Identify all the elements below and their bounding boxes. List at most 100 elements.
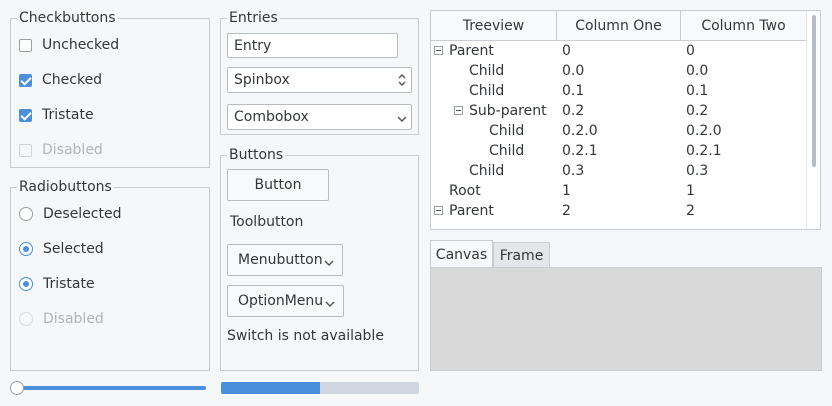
treeview-item-name: Parent (449, 43, 494, 59)
collapse-toggle-icon[interactable] (434, 46, 443, 55)
radiobutton-tristate[interactable]: Tristate (19, 274, 95, 294)
treeview-row[interactable]: Child 0.2.1 0.2.1 (431, 141, 807, 161)
treeview-item-name: Parent (449, 203, 494, 219)
toolbutton[interactable]: Toolbutton (230, 212, 303, 232)
chevron-down-icon (325, 297, 335, 307)
progressbar (221, 382, 419, 394)
spin-arrows-icon[interactable] (397, 70, 407, 90)
treeview-cell-column-two: 0.2.0 (686, 123, 722, 139)
checkbutton-label: Tristate (42, 107, 94, 123)
treeview-row[interactable]: Child 0.0 0.0 (431, 61, 807, 81)
treeview-cell-column-two: 0.2.1 (686, 143, 722, 159)
menubutton-label: Menubutton (238, 252, 323, 268)
checkbutton-label: Unchecked (42, 37, 120, 53)
treeview-heading-column-two[interactable]: Column Two (681, 11, 807, 41)
entry-value: Entry (234, 37, 272, 54)
treeview-item-name: Child (469, 63, 505, 79)
tab-frame[interactable]: Frame (493, 242, 550, 268)
canvas-area[interactable] (430, 267, 822, 371)
scale-handle[interactable] (10, 381, 24, 395)
buttons-title: Buttons (227, 147, 286, 163)
tab-label: Frame (499, 247, 544, 264)
radiobutton-label: Tristate (43, 276, 95, 292)
entries-frame: Entries Entry Spinbox Combobox (220, 10, 419, 135)
entries-title: Entries (227, 10, 280, 26)
treeview-heading-tree[interactable]: Treeview (431, 11, 557, 41)
button[interactable]: Button (227, 169, 329, 201)
radio-on-icon[interactable] (19, 277, 33, 291)
checkbuttons-frame: Checkbuttons Unchecked Checked Tristate … (10, 10, 210, 168)
scrollbar-thumb[interactable] (812, 15, 816, 167)
radio-off-icon[interactable] (19, 207, 33, 221)
chevron-down-icon[interactable] (397, 112, 407, 122)
treeview-row[interactable]: Child 0.3 0.3 (431, 161, 807, 181)
treeview-item-name: Child (489, 123, 525, 139)
checkbutton-checked[interactable]: Checked (19, 70, 102, 90)
scale-trough[interactable] (16, 386, 206, 390)
checkbutton-label: Checked (42, 72, 103, 88)
entry-field[interactable]: Entry (227, 33, 398, 58)
radiobuttons-frame: Radiobuttons Deselected Selected Tristat… (10, 179, 210, 371)
checkbox-checked-icon[interactable] (19, 108, 32, 122)
collapse-toggle-icon[interactable] (454, 106, 463, 115)
checkbuttons-title: Checkbuttons (17, 10, 118, 26)
spinbox-value: Spinbox (234, 72, 290, 88)
treeview-row[interactable]: Child 0.2.0 0.2.0 (431, 121, 807, 141)
collapse-toggle-icon[interactable] (434, 206, 443, 215)
treeview-item-name: Child (469, 163, 505, 179)
scale[interactable] (10, 381, 207, 395)
button-label: Button (254, 177, 302, 193)
treeview-cell-column-two: 2 (686, 203, 695, 219)
chevron-down-icon (324, 256, 334, 266)
treeview-cell-column-one: 0 (562, 43, 571, 59)
treeview-row[interactable]: Root 1 1 (431, 181, 807, 201)
treeview-row[interactable]: Sub-parent 0.2 0.2 (431, 101, 807, 121)
treeview-cell-column-one: 0.0 (562, 63, 585, 79)
radiobuttons-title: Radiobuttons (17, 179, 114, 195)
checkbox-unchecked-icon[interactable] (19, 38, 32, 52)
treeview-cell-column-one: 0.2.1 (562, 143, 598, 159)
treeview[interactable]: Treeview Column One Column Two Parent 0 0 C… (430, 10, 821, 230)
treeview-cell-column-one: 0.3 (562, 163, 585, 179)
treeview-cell-column-one: 0.1 (562, 83, 585, 99)
treeview-cell-column-two: 0 (686, 43, 695, 59)
notebook: Canvas Frame (430, 240, 822, 371)
treeview-cell-column-two: 0.0 (686, 63, 709, 79)
treeview-heading-column-one[interactable]: Column One (557, 11, 681, 41)
treeview-scrollbar[interactable] (806, 11, 820, 229)
treeview-cell-column-one: 0.2 (562, 103, 585, 119)
optionmenu-label: OptionMenu (238, 293, 324, 309)
tab-label: Canvas (435, 246, 488, 263)
tab-canvas[interactable]: Canvas (430, 240, 493, 268)
menubutton[interactable]: Menubutton (227, 244, 343, 276)
radio-on-icon[interactable] (19, 242, 33, 256)
buttons-frame: Buttons Button Toolbutton Menubutton Opt… (220, 147, 419, 371)
switch-note: Switch is not available (227, 328, 384, 344)
combobox[interactable]: Combobox (227, 104, 412, 130)
radiobutton-label: Selected (43, 241, 104, 257)
checkbox-checked-icon[interactable] (19, 73, 32, 87)
treeview-row[interactable]: Parent 0 0 (431, 41, 807, 61)
radiobutton-selected[interactable]: Selected (19, 239, 104, 259)
treeview-item-name: Child (469, 83, 505, 99)
progressbar-fill (221, 382, 320, 394)
treeview-cell-column-two: 0.2 (686, 103, 709, 119)
treeview-row[interactable]: Child 0.1 0.1 (431, 81, 807, 101)
treeview-item-name: Sub-parent (469, 103, 547, 119)
optionmenu[interactable]: OptionMenu (227, 285, 344, 317)
treeview-cell-column-two: 0.3 (686, 163, 709, 179)
treeview-cell-column-one: 2 (562, 203, 571, 219)
treeview-row[interactable]: Parent 2 2 (431, 201, 807, 221)
checkbutton-disabled: Disabled (19, 140, 103, 160)
spinbox[interactable]: Spinbox (227, 67, 412, 93)
checkbutton-unchecked[interactable]: Unchecked (19, 35, 119, 55)
toolbutton-label: Toolbutton (230, 214, 304, 230)
checkbutton-tristate[interactable]: Tristate (19, 105, 94, 125)
combobox-value: Combobox (234, 109, 309, 125)
radiobutton-label: Disabled (43, 311, 104, 327)
radiobutton-disabled: Disabled (19, 309, 104, 329)
radiobutton-deselected[interactable]: Deselected (19, 204, 122, 224)
treeview-item-name: Root (449, 183, 481, 199)
treeview-cell-column-two: 1 (686, 183, 695, 199)
treeview-item-name: Child (489, 143, 525, 159)
